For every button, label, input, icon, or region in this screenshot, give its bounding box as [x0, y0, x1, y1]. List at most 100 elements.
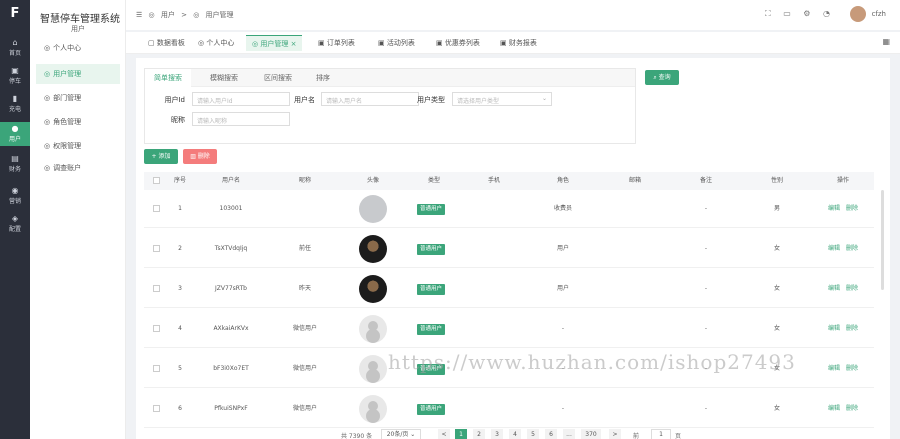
cell-index: 2 [178, 245, 182, 252]
row-checkbox[interactable] [153, 325, 160, 332]
edit-link[interactable]: 编辑 [828, 270, 840, 308]
delete-link[interactable]: 删除 [846, 270, 858, 308]
role-icon: ◎ [44, 118, 51, 126]
page-number-button[interactable]: 5 [527, 429, 539, 439]
rail-item-parking[interactable]: ▣ 停车 [0, 64, 30, 88]
submenu-item-account[interactable]: ◎ 调查账户 [36, 158, 120, 178]
car-icon: ▣ [11, 66, 19, 75]
tab-activities[interactable]: ▣ 活动列表 [372, 35, 421, 51]
page-ellipsis[interactable]: ... [563, 429, 575, 439]
delete-link[interactable]: 删除 [846, 310, 858, 348]
table-scrollbar[interactable] [881, 190, 884, 290]
page-number-button[interactable]: 6 [545, 429, 557, 439]
cell-email [600, 310, 670, 348]
edit-link[interactable]: 编辑 [828, 310, 840, 348]
tab-label: 财务报表 [508, 39, 537, 47]
cell-gender: 女 [773, 325, 780, 332]
rail-item-finance[interactable]: ▤ 财务 [0, 152, 30, 176]
submenu: 智慧停车管理系统 用户 ◎ 个人中心 ◎ 用户管理 ◎ 部门管理 ◎ 角色管理 ◎ 权限管… [30, 0, 126, 439]
row-checkbox[interactable] [153, 205, 160, 212]
cell-phone [462, 390, 526, 428]
edit-link[interactable]: 编辑 [828, 390, 840, 428]
goto-page-input[interactable]: 1 [651, 429, 671, 439]
username[interactable]: cfzh [872, 10, 886, 18]
delete-link[interactable]: 删除 [846, 350, 858, 388]
page-number-button[interactable]: 2 [473, 429, 485, 439]
user-icon: ◎ [193, 11, 200, 19]
page-number-button[interactable]: 1 [455, 429, 467, 439]
delete-link[interactable]: 删除 [846, 390, 858, 428]
search-tabs: 简单搜索 模糊搜索 区间搜索 排序 [145, 69, 635, 87]
tab-dashboard[interactable]: ▢ 数据看板 [142, 35, 191, 51]
row-checkbox[interactable] [153, 365, 160, 372]
tab-user-management[interactable]: ◎ 用户管理 × [246, 35, 303, 51]
tab-profile[interactable]: ◎ 个人中心 [192, 35, 240, 51]
submenu-item-role[interactable]: ◎ 角色管理 [36, 112, 120, 132]
list-icon: ▣ [436, 39, 443, 47]
delete-button[interactable]: ▥ 删除 [183, 149, 217, 164]
row-checkbox[interactable] [153, 285, 160, 292]
page-tabs: ▢ 数据看板 ◎ 个人中心 ◎ 用户管理 × ▣ 订单列表 ▣ 活动列表 ▣ 优… [126, 32, 900, 54]
rail-item-charge[interactable]: ▮ 充电 [0, 92, 30, 116]
search-button[interactable]: ⌕ 查询 [645, 70, 679, 85]
submenu-item-user-management[interactable]: ◎ 用户管理 [36, 64, 120, 84]
tab-coupons[interactable]: ▣ 优惠券列表 [430, 35, 486, 51]
select-all-checkbox[interactable] [153, 177, 160, 184]
delete-link[interactable]: 删除 [846, 230, 858, 268]
user-icon: ◎ [252, 40, 259, 48]
submenu-item-profile[interactable]: ◎ 个人中心 [36, 38, 120, 58]
settings-icon[interactable]: ⚙ [803, 9, 810, 18]
submenu-item-label: 权限管理 [53, 142, 82, 150]
cell-phone [462, 230, 526, 268]
prev-page-button[interactable]: < [438, 429, 450, 439]
edit-link[interactable]: 编辑 [828, 190, 840, 228]
cell-role: - [561, 325, 565, 332]
delete-link[interactable]: 删除 [846, 190, 858, 228]
rail-item-label: 财务 [8, 166, 21, 173]
fullscreen-icon[interactable]: ⛶ [765, 9, 771, 18]
edit-link[interactable]: 编辑 [828, 230, 840, 268]
search-tab-range[interactable]: 区间搜索 [255, 69, 301, 87]
row-checkbox[interactable] [153, 405, 160, 412]
submenu-item-department[interactable]: ◎ 部门管理 [36, 88, 120, 108]
row-checkbox[interactable] [153, 245, 160, 252]
lock-icon[interactable]: ▭ [783, 9, 791, 18]
left-rail: F ⌂ 首页 ▣ 停车 ▮ 充电 ● 用户 ▤ 财务 ◉ 营销 ◈ 配置 [0, 0, 30, 439]
rail-item-marketing[interactable]: ◉ 营销 [0, 184, 30, 208]
nickname-input[interactable]: 请输入昵称 [192, 112, 290, 126]
avatar[interactable] [850, 6, 866, 22]
page-number-button[interactable]: 370 [581, 429, 601, 439]
submenu-item-permission[interactable]: ◎ 权限管理 [36, 136, 120, 156]
cell-nickname: 微信用户 [292, 325, 317, 332]
grid-icon[interactable]: ▦ [882, 37, 890, 46]
profile-icon: ◎ [198, 39, 205, 47]
page-number-button[interactable]: 4 [509, 429, 521, 439]
search-tab-fuzzy[interactable]: 模糊搜索 [201, 69, 247, 87]
bell-icon[interactable]: ◔ [823, 9, 830, 18]
rail-item-config[interactable]: ◈ 配置 [0, 212, 30, 236]
submenu-item-label: 调查账户 [53, 164, 82, 172]
cell-role: 用户 [556, 285, 569, 292]
close-icon[interactable]: × [291, 40, 297, 48]
add-button[interactable]: + 添加 [144, 149, 178, 164]
user-type-select[interactable]: 请选择用户类型 ⌄ [452, 92, 552, 106]
cell-gender: 女 [773, 405, 780, 412]
search-tab-simple[interactable]: 简单搜索 [145, 69, 191, 87]
rail-item-home[interactable]: ⌂ 首页 [0, 36, 30, 60]
cell-phone [462, 270, 526, 308]
breadcrumb-item[interactable]: 用户 [161, 11, 175, 19]
next-page-button[interactable]: > [609, 429, 621, 439]
page-size-select[interactable]: 20条/页 ⌄ [381, 429, 421, 439]
rail-item-user[interactable]: ● 用户 [0, 122, 30, 146]
tab-orders[interactable]: ▣ 订单列表 [312, 35, 361, 51]
search-tab-sort[interactable]: 排序 [307, 69, 339, 87]
cell-gender: 男 [773, 205, 780, 212]
collapse-menu-icon[interactable]: ☰ [136, 11, 142, 19]
list-icon: ▣ [318, 39, 325, 47]
search-icon: ⌕ [653, 74, 657, 81]
user-icon: ◎ [44, 70, 51, 78]
tab-finance[interactable]: ▣ 财务报表 [494, 35, 543, 51]
edit-link[interactable]: 编辑 [828, 350, 840, 388]
page-number-button[interactable]: 3 [491, 429, 503, 439]
cell-gender: 女 [773, 285, 780, 292]
